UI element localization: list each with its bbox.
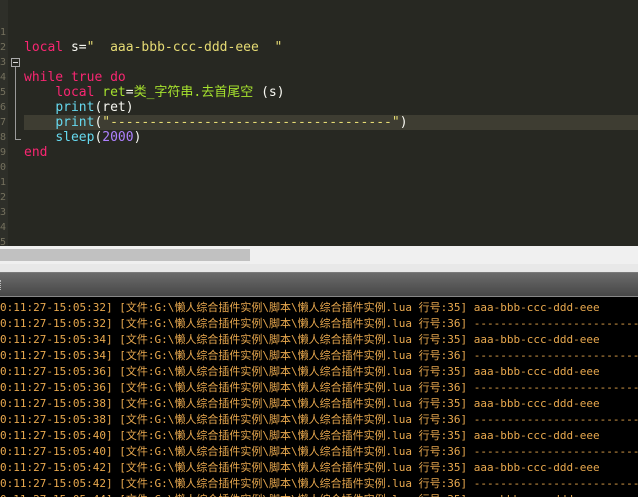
output-log-row: 0:11:27-15:05:44] [文件:G:\懒人综合插件实例\脚本\懒人综…: [0, 492, 600, 497]
line-number: 3: [0, 207, 7, 218]
line-number: 5: [0, 87, 7, 98]
line-number: 3: [0, 57, 7, 68]
code-token: print: [55, 115, 95, 130]
pane-splitter[interactable]: [0, 264, 638, 272]
editor-horizontal-scrollbar[interactable]: [0, 246, 638, 264]
code-token: (s): [253, 85, 285, 100]
code-token: local: [24, 40, 64, 55]
output-log-row: 0:11:27-15:05:36] [文件:G:\懒人综合插件实例\脚本\懒人综…: [0, 365, 600, 378]
fold-range-line: [15, 67, 16, 139]
line-number: 4: [0, 222, 7, 233]
output-log-row: 0:11:27-15:05:38] [文件:G:\懒人综合插件实例\脚本\懒人综…: [0, 397, 600, 410]
code-token: ret: [102, 85, 126, 100]
code-token: s=: [63, 40, 87, 55]
code-token: ): [133, 130, 142, 145]
line-number: 8: [0, 132, 7, 143]
scrollbar-thumb[interactable]: [0, 249, 250, 261]
line-number: 1: [0, 27, 7, 38]
line-number: 7: [0, 117, 7, 128]
code-token: local: [55, 85, 95, 100]
line-number: 2: [0, 42, 7, 53]
code-line[interactable]: sleep(2000): [24, 130, 141, 145]
output-log-row: 0:11:27-15:05:42] [文件:G:\懒人综合插件实例\脚本\懒人综…: [0, 461, 600, 474]
output-log-row: 0:11:27-15:05:32] [文件:G:\懒人综合插件实例\脚本\懒人综…: [0, 301, 600, 314]
panel-grip-icon[interactable]: [0, 280, 4, 290]
code-editor[interactable]: 1234567890123456 local s=" aaa-bbb-ccc-d…: [0, 0, 638, 246]
output-log-row: 0:11:27-15:05:36] [文件:G:\懒人综合插件实例\脚本\懒人综…: [0, 381, 638, 394]
line-number: 2: [0, 192, 7, 203]
output-log-row: 0:11:27-15:05:38] [文件:G:\懒人综合插件实例\脚本\懒人综…: [0, 413, 638, 426]
code-token: print: [55, 100, 95, 115]
code-token: do: [110, 70, 126, 85]
code-line[interactable]: local s=" aaa-bbb-ccc-ddd-eee ": [24, 40, 282, 55]
line-number: 1: [0, 177, 7, 188]
fold-collapse-icon[interactable]: [11, 58, 20, 67]
output-log-row: 0:11:27-15:05:34] [文件:G:\懒人综合插件实例\脚本\懒人综…: [0, 333, 600, 346]
code-token: =: [125, 85, 134, 100]
code-token: end: [24, 145, 48, 160]
code-token: true: [70, 70, 103, 85]
line-number: 6: [0, 102, 7, 113]
code-token: 类_字符串.去首尾空: [133, 85, 254, 100]
code-line[interactable]: while true do: [24, 70, 126, 85]
code-token: 2000: [102, 130, 134, 145]
code-token: " aaa-bbb-ccc-ddd-eee ": [86, 40, 283, 55]
code-token: "------------------------------------": [102, 115, 400, 130]
code-line[interactable]: local ret=类_字符串.去首尾空 (s): [24, 85, 285, 100]
fold-end-marker: [15, 139, 21, 140]
code-token: ): [399, 115, 408, 130]
line-number: 9: [0, 147, 7, 158]
code-line[interactable]: print("---------------------------------…: [24, 115, 408, 130]
output-log-row: 0:11:27-15:05:34] [文件:G:\懒人综合插件实例\脚本\懒人综…: [0, 349, 638, 362]
output-panel[interactable]: 0:11:27-15:05:32] [文件:G:\懒人综合插件实例\脚本\懒人综…: [0, 296, 638, 497]
code-token: sleep: [55, 130, 95, 145]
output-log-row: 0:11:27-15:05:40] [文件:G:\懒人综合插件实例\脚本\懒人综…: [0, 429, 600, 442]
code-line[interactable]: end: [24, 145, 47, 160]
output-panel-titlebar: [0, 272, 638, 297]
code-token: while: [24, 70, 64, 85]
code-token: (ret): [94, 100, 134, 115]
code-line[interactable]: print(ret): [24, 100, 134, 115]
line-number: 0: [0, 162, 7, 173]
line-number: 4: [0, 72, 7, 83]
output-log-row: 0:11:27-15:05:40] [文件:G:\懒人综合插件实例\脚本\懒人综…: [0, 445, 638, 458]
line-number: 5: [0, 237, 7, 246]
output-log-row: 0:11:27-15:05:42] [文件:G:\懒人综合插件实例\脚本\懒人综…: [0, 477, 638, 490]
output-log-row: 0:11:27-15:05:32] [文件:G:\懒人综合插件实例\脚本\懒人综…: [0, 317, 638, 330]
